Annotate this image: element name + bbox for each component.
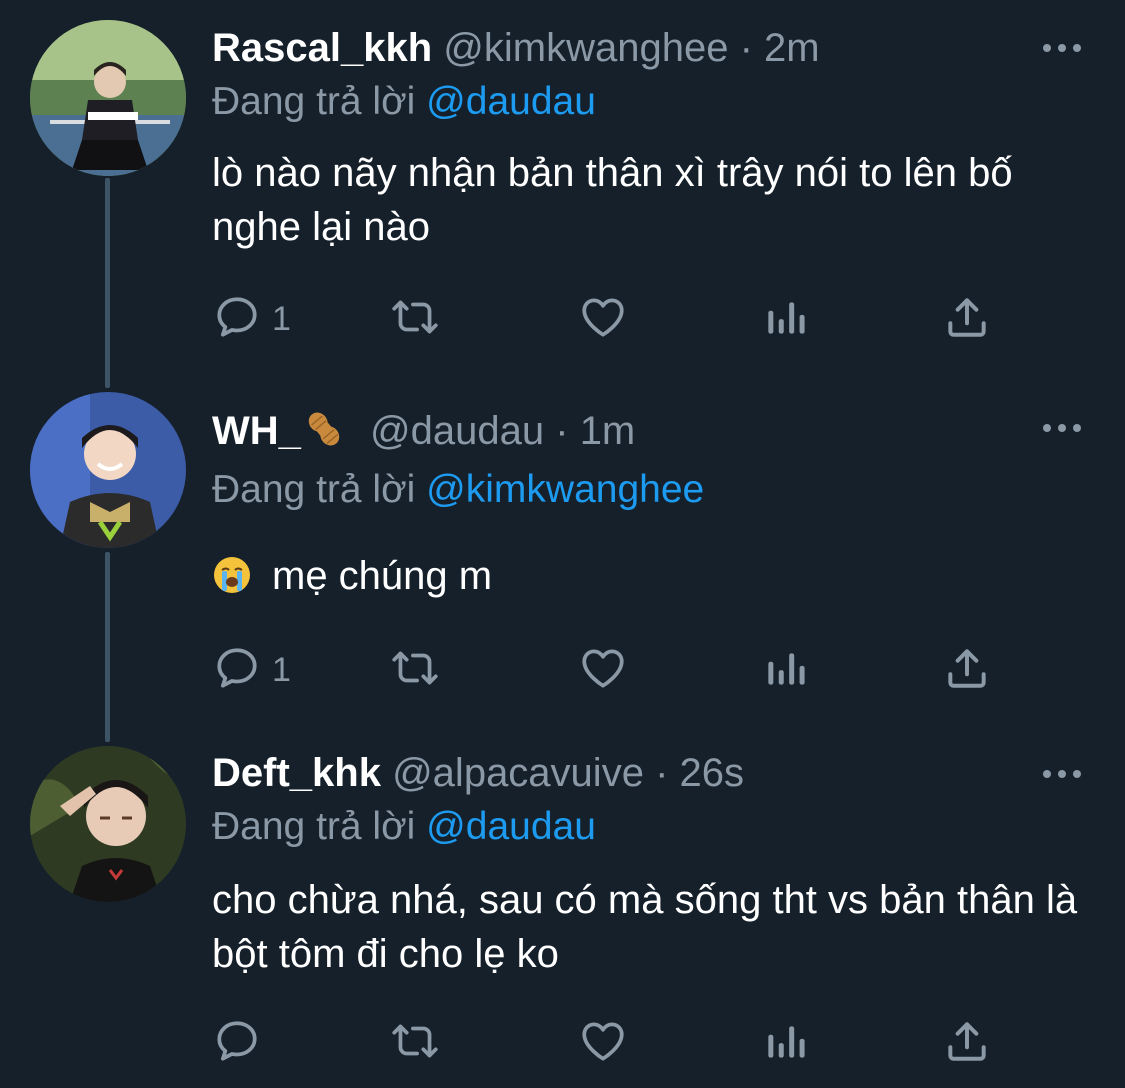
share-button[interactable] (944, 294, 990, 344)
user-handle[interactable]: @daudau (370, 409, 544, 453)
retweet-button[interactable] (388, 1018, 442, 1068)
user-avatar[interactable] (30, 746, 186, 902)
peanut-emoji-icon (303, 408, 345, 465)
reply-icon (212, 643, 262, 698)
share-button[interactable] (944, 645, 990, 695)
analytics-button[interactable] (762, 1018, 808, 1068)
user-handle[interactable]: @alpacavuive (392, 751, 644, 795)
reply-icon (212, 292, 262, 347)
replying-prefix: Đang trả lời (212, 468, 416, 511)
replying-mention-link[interactable]: @daudau (426, 80, 596, 123)
tweet[interactable]: WH_ @daudau · 1m Đang trả lời @kimkwangh… (0, 380, 1125, 740)
tweet[interactable]: Rascal_kkh @kimkwanghee · 2m Đang trả lờ… (0, 0, 1125, 380)
reply-count: 1 (272, 650, 291, 689)
tweet-text: lò nào nãy nhận bản thân xì trây nói to … (212, 151, 1013, 249)
analytics-icon (762, 292, 808, 347)
tweet-header: Rascal_kkh @kimkwanghee · 2m (212, 20, 820, 76)
reply-button[interactable] (212, 1018, 272, 1068)
like-icon (578, 1016, 628, 1071)
replying-to-line: Đang trả lời @daudau (212, 802, 596, 852)
reply-button[interactable]: 1 (212, 294, 291, 344)
analytics-icon (762, 643, 808, 698)
like-icon (578, 292, 628, 347)
tweet-header: WH_ @daudau · 1m (212, 403, 635, 459)
loudly-crying-face-emoji-icon (212, 555, 252, 609)
analytics-button[interactable] (762, 645, 808, 695)
retweet-button[interactable] (388, 294, 442, 344)
tweet-actions: 1 (212, 294, 1012, 344)
tweet-header: Deft_khk @alpacavuive · 26s (212, 745, 744, 801)
tweet-text: mẹ chúng m (212, 549, 1092, 609)
timestamp[interactable]: 26s (680, 751, 745, 795)
tweet-actions: 1 (212, 645, 1012, 695)
separator-dot: · (555, 409, 569, 453)
user-avatar[interactable] (30, 392, 186, 548)
like-icon (578, 643, 628, 698)
timestamp[interactable]: 1m (580, 409, 636, 453)
display-name[interactable]: Rascal_kkh (212, 26, 432, 70)
replying-to-line: Đang trả lời @daudau (212, 77, 596, 127)
separator-dot: · (739, 26, 753, 70)
retweet-icon (388, 1016, 442, 1071)
replying-mention-link[interactable]: @daudau (426, 805, 596, 848)
like-button[interactable] (578, 1018, 628, 1068)
tweet[interactable]: Deft_khk @alpacavuive · 26s Đang trả lời… (0, 740, 1125, 1088)
retweet-icon (388, 292, 442, 347)
user-avatar[interactable] (30, 20, 186, 176)
retweet-button[interactable] (388, 645, 442, 695)
display-name[interactable]: Deft_khk (212, 751, 381, 795)
replying-to-line: Đang trả lời @kimkwanghee (212, 465, 704, 515)
replying-mention-link[interactable]: @kimkwanghee (426, 468, 704, 511)
timestamp[interactable]: 2m (764, 26, 820, 70)
more-icon[interactable] (1040, 418, 1084, 438)
separator-dot: · (655, 751, 669, 795)
share-button[interactable] (944, 1018, 990, 1068)
replying-prefix: Đang trả lời (212, 80, 416, 123)
tweet-actions (212, 1018, 1012, 1068)
more-icon[interactable] (1040, 764, 1084, 784)
analytics-icon (762, 1016, 808, 1071)
reply-icon (212, 1016, 262, 1071)
reply-count: 1 (272, 299, 291, 338)
replying-prefix: Đang trả lời (212, 805, 416, 848)
tweet-text-content: mẹ chúng m (272, 554, 493, 598)
like-button[interactable] (578, 645, 628, 695)
share-icon (944, 292, 990, 347)
tweet-text: cho chừa nhá, sau có mà sống tht vs bản … (212, 878, 1078, 976)
share-icon (944, 643, 990, 698)
user-handle[interactable]: @kimkwanghee (443, 26, 728, 70)
retweet-icon (388, 643, 442, 698)
more-icon[interactable] (1040, 38, 1084, 58)
display-name[interactable]: WH_ (212, 409, 301, 453)
like-button[interactable] (578, 294, 628, 344)
reply-button[interactable]: 1 (212, 645, 291, 695)
share-icon (944, 1016, 990, 1071)
analytics-button[interactable] (762, 294, 808, 344)
